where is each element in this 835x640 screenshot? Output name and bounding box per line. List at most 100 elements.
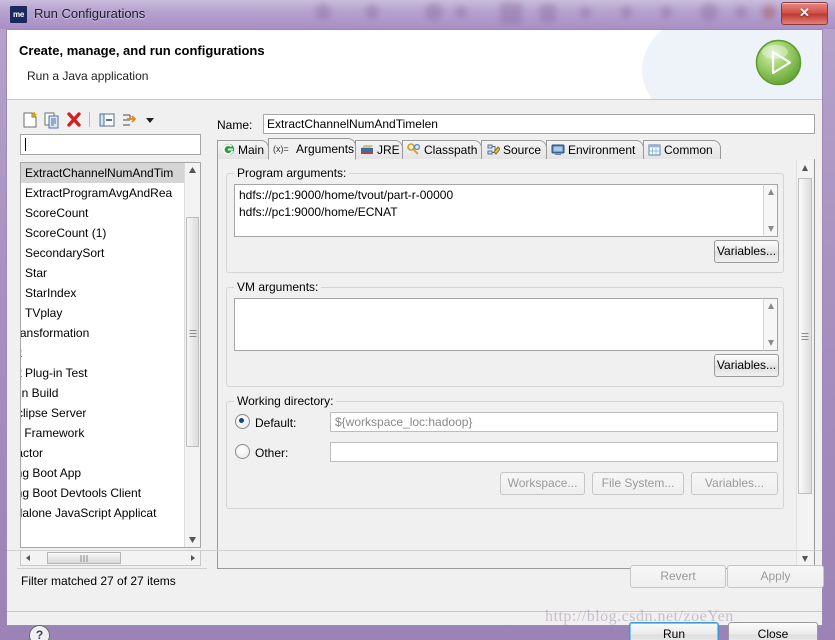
list-scroll-up-icon[interactable] (185, 163, 200, 178)
list-vertical-scrollbar[interactable] (184, 163, 200, 547)
working-directory-default-input: ${workspace_loc:hadoop} (330, 412, 778, 432)
tab-label: Common (664, 143, 713, 157)
tab-label: Classpath (424, 143, 478, 157)
list-item[interactable]: StarIndex (21, 283, 187, 303)
list-item[interactable]: ring Boot Devtools Client (21, 483, 187, 503)
working-directory-other-radio[interactable]: Other: (235, 444, 288, 460)
apply-button[interactable]: Apply (727, 565, 824, 588)
source-tab-icon (486, 143, 501, 162)
program-arguments-variables-button[interactable]: Variables... (714, 240, 779, 263)
list-scroll-right-icon[interactable] (186, 551, 200, 565)
list-item[interactable]: ExtractProgramAvgAndRea (21, 183, 187, 203)
list-item[interactable]: ring Boot App (21, 463, 187, 483)
program-arguments-label: Program arguments: (234, 166, 350, 180)
configurations-toolbar (17, 108, 207, 132)
run-button[interactable]: Run (629, 622, 719, 640)
new-launch-configuration-icon[interactable] (20, 110, 40, 130)
close-button[interactable]: Close (728, 622, 818, 640)
arguments-tab-panel: Program arguments: hdfs://pc1:9000/home/… (217, 159, 815, 569)
left-panel-divider (17, 568, 207, 569)
footer-divider (7, 611, 822, 612)
run-green-play-icon (755, 39, 802, 86)
banner-title: Create, manage, and run configurations (19, 43, 265, 58)
name-label: Name: (217, 118, 253, 132)
jre-tab-icon (360, 143, 374, 162)
name-input[interactable]: ExtractChannelNumAndTimelen (263, 114, 815, 134)
classpath-tab-icon (407, 143, 421, 162)
tab-source[interactable]: Source (481, 140, 547, 159)
list-item[interactable]: Star (21, 263, 187, 283)
dialog-body: Create, manage, and run configurations R… (6, 29, 824, 640)
configurations-list[interactable]: ExtractChannelNumAndTim ExtractProgramAvg… (20, 162, 201, 548)
vm-arguments-textarea[interactable] (234, 298, 778, 351)
list-item[interactable]: ExtractChannelNumAndTim (21, 163, 187, 183)
toolbar-separator (89, 112, 90, 127)
radio-default-icon (235, 414, 250, 429)
tab-jre[interactable]: JRE (355, 140, 403, 159)
tab-panel-scrollbar-thumb[interactable] (798, 178, 812, 494)
list-item[interactable]: tractor (21, 443, 187, 463)
filter-input[interactable] (20, 134, 201, 155)
tab-classpath[interactable]: Classpath (402, 140, 482, 159)
list-item[interactable]: ScoreCount (1) (21, 223, 187, 243)
list-item[interactable]: SecondarySort (21, 243, 187, 263)
main-tab-icon (222, 143, 235, 162)
vm-arguments-scrollbar[interactable] (763, 298, 778, 351)
list-scroll-down-icon[interactable] (185, 532, 200, 547)
configurations-panel: ExtractChannelNumAndTim ExtractProgramAvg… (17, 108, 207, 600)
list-hscrollbar-thumb[interactable] (47, 552, 121, 564)
window-title: Run Configurations (34, 6, 146, 21)
delete-launch-configuration-icon[interactable] (64, 110, 84, 130)
program-arguments-textarea[interactable]: hdfs://pc1:9000/home/tvout/part-r-00000 … (234, 184, 778, 237)
help-icon[interactable]: ? (29, 625, 50, 640)
program-arguments-scrollbar[interactable] (763, 184, 778, 237)
tab-label: Main (238, 143, 265, 157)
view-menu-chevron-down-icon[interactable] (143, 110, 157, 130)
other-label: Other: (255, 446, 289, 460)
tab-panel-vertical-scrollbar[interactable] (796, 160, 813, 567)
arguments-tab-icon: (x)= (273, 141, 293, 162)
list-item[interactable]: Transformation (21, 323, 187, 343)
list-horizontal-scrollbar[interactable] (20, 550, 201, 566)
tab-arguments[interactable]: (x)= Arguments (268, 138, 356, 160)
window-close-button[interactable]: ✕ (781, 2, 828, 25)
dialog-banner: Create, manage, and run configurations R… (7, 30, 822, 100)
working-directory-default-radio[interactable]: Default: (235, 414, 296, 430)
banner-subtitle: Run a Java application (27, 69, 149, 83)
list-item[interactable]: Eclipse Server (21, 403, 187, 423)
tab-common[interactable]: Common (643, 140, 721, 159)
revert-button[interactable]: Revert (630, 565, 726, 588)
radio-other-icon (235, 444, 250, 459)
list-item[interactable]: TVplay (21, 303, 187, 323)
list-item[interactable]: ScoreCount (21, 203, 187, 223)
tab-main[interactable]: Main (217, 140, 269, 159)
tab-environment[interactable]: Environment (546, 140, 644, 159)
list-item[interactable]: ndalone JavaScript Applicat (21, 503, 187, 523)
list-scroll-left-icon[interactable] (21, 551, 35, 565)
working-directory-variables-button[interactable]: Variables... (691, 472, 778, 495)
configurations-list-items: ExtractChannelNumAndTim ExtractProgramAvg… (21, 163, 187, 523)
working-directory-other-input[interactable] (330, 442, 778, 462)
configuration-editor: Name: ExtractChannelNumAndTimelen Main (x… (213, 108, 824, 600)
duplicate-launch-configuration-icon[interactable] (42, 110, 62, 130)
tab-label: JRE (377, 143, 400, 157)
list-scrollbar-thumb[interactable] (186, 217, 199, 447)
vm-arguments-variables-button[interactable]: Variables... (714, 354, 779, 377)
working-directory-label: Working directory: (234, 394, 337, 408)
collapse-all-icon[interactable] (97, 110, 117, 130)
vm-arguments-group: VM arguments: Variables... (226, 280, 784, 387)
list-item[interactable]: nit Plug-in Test (21, 363, 187, 383)
filter-launch-configurations-icon[interactable] (119, 110, 139, 130)
list-item[interactable]: nit (21, 343, 187, 363)
run-configurations-window: me Run Configurations ✕ Create, manage, … (0, 0, 835, 640)
list-item[interactable]: ven Build (21, 383, 187, 403)
default-label: Default: (255, 416, 297, 430)
common-tab-icon (648, 143, 661, 162)
file-system-button[interactable]: File System... (592, 472, 684, 495)
workspace-button[interactable]: Workspace... (500, 472, 585, 495)
tab-label: Environment (568, 143, 636, 157)
vm-arguments-label: VM arguments: (234, 280, 322, 294)
window-titlebar: me Run Configurations ✕ (0, 0, 835, 29)
list-item[interactable]: Gi Framework (21, 423, 187, 443)
environment-tab-icon (551, 143, 565, 162)
